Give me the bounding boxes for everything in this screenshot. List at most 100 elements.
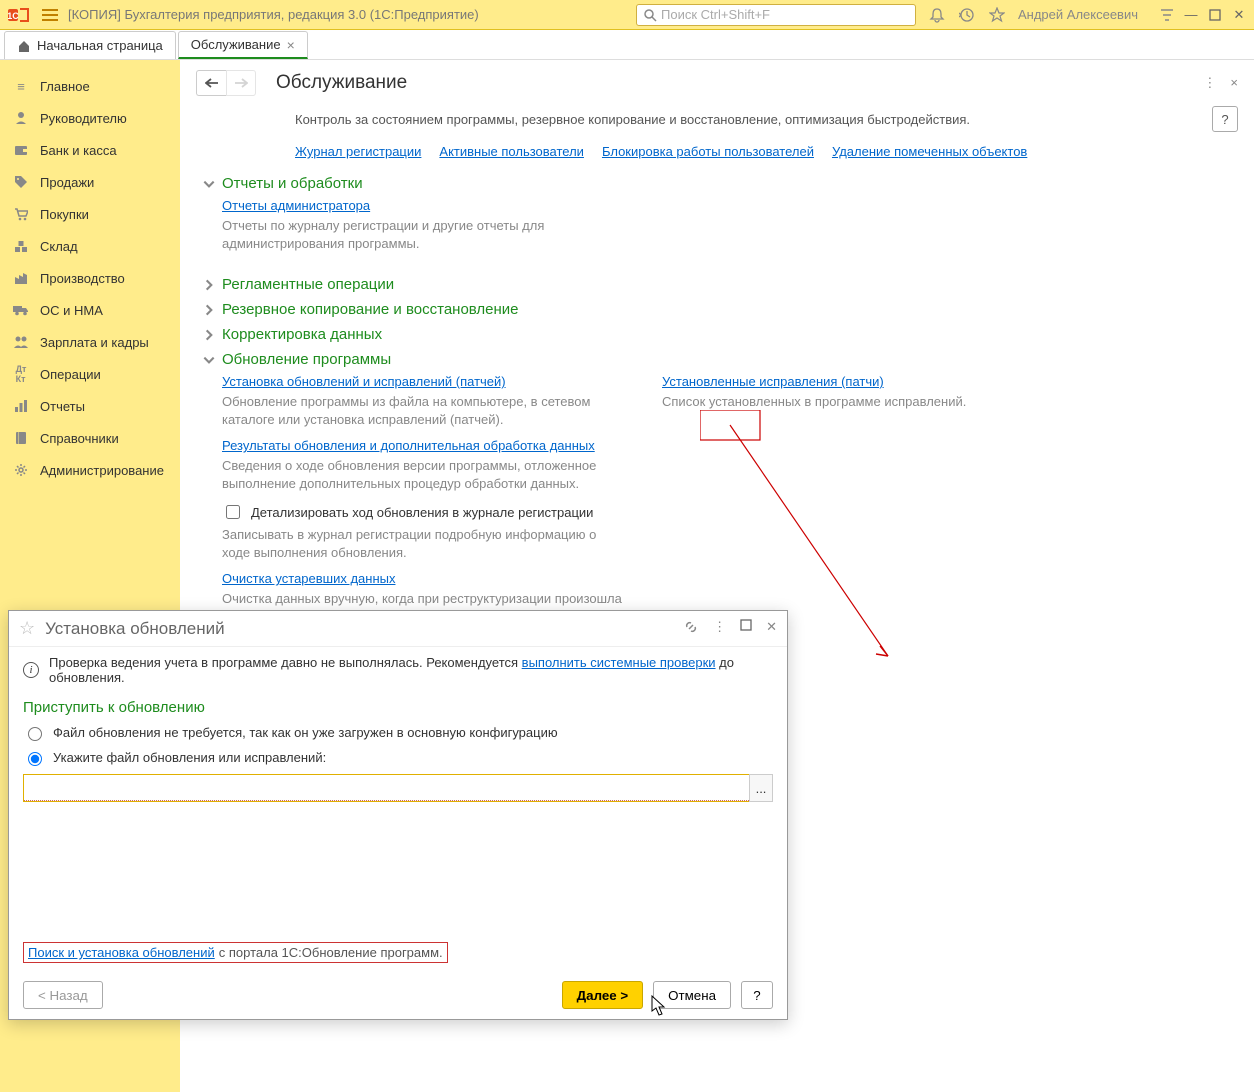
cart-icon — [12, 205, 30, 223]
sidebar-item-manager[interactable]: Руководителю — [0, 102, 180, 134]
factory-icon — [12, 269, 30, 287]
sidebar-item-label: ОС и НМА — [40, 303, 103, 318]
dialog-subtitle: Приступить к обновлению — [23, 699, 773, 716]
sidebar-item-label: Зарплата и кадры — [40, 335, 149, 350]
sidebar-item-sales[interactable]: Продажи — [0, 166, 180, 198]
maximize-dialog-icon[interactable] — [740, 619, 752, 638]
sidebar-item-label: Отчеты — [40, 399, 85, 414]
favorite-star-icon[interactable]: ☆ — [19, 618, 35, 639]
section-desc: Обновление программы из файла на компьют… — [222, 393, 622, 428]
section-title: Корректировка данных — [222, 326, 382, 343]
link-update-results[interactable]: Результаты обновления и дополнительная о… — [222, 438, 622, 453]
sidebar-item-assets[interactable]: ОС и НМА — [0, 294, 180, 326]
checkbox-detail-log[interactable] — [226, 505, 240, 519]
portal-link-highlight: Поиск и установка обновлений с портала 1… — [23, 942, 448, 963]
chevron-right-icon — [202, 328, 216, 342]
section-update-toggle[interactable]: Обновление программы — [202, 351, 1238, 368]
tab-close-icon[interactable]: × — [287, 37, 295, 53]
sidebar-item-catalogs[interactable]: Справочники — [0, 422, 180, 454]
sidebar-item-operations[interactable]: ДтКтОперации — [0, 358, 180, 390]
radio-label: Укажите файл обновления или исправлений: — [53, 750, 326, 765]
radio-choose-file[interactable] — [28, 752, 42, 766]
link-active-users[interactable]: Активные пользователи — [439, 144, 584, 159]
sidebar-item-admin[interactable]: Администрирование — [0, 454, 180, 486]
link-install-updates[interactable]: Установка обновлений и исправлений (патч… — [222, 374, 622, 389]
section-desc: Отчеты по журналу регистрации и другие о… — [222, 217, 622, 252]
help-button[interactable]: ? — [1212, 106, 1238, 132]
more-vertical-icon[interactable]: ⋮ — [1203, 75, 1216, 91]
link-admin-reports[interactable]: Отчеты администратора — [222, 198, 1238, 213]
sidebar-item-label: Справочники — [40, 431, 119, 446]
tab-home[interactable]: Начальная страница — [4, 31, 176, 59]
link-cleanup-data[interactable]: Очистка устаревших данных — [222, 571, 622, 586]
sidebar-item-label: Главное — [40, 79, 90, 94]
truck-icon — [12, 301, 30, 319]
sidebar-item-bank[interactable]: Банк и касса — [0, 134, 180, 166]
portal-link-suffix: с портала 1С:Обновление программ. — [219, 945, 443, 960]
menu-lines-icon: ≡ — [12, 77, 30, 95]
sidebar-item-label: Администрирование — [40, 463, 164, 478]
link-system-checks[interactable]: выполнить системные проверки — [522, 655, 716, 670]
star-icon[interactable] — [988, 6, 1006, 24]
link-block-users[interactable]: Блокировка работы пользователей — [602, 144, 814, 159]
nav-forward-button[interactable] — [226, 70, 256, 96]
more-vertical-icon[interactable]: ⋮ — [713, 619, 726, 638]
sidebar-item-label: Производство — [40, 271, 125, 286]
radio-no-file[interactable] — [28, 727, 42, 741]
back-button[interactable]: < Назад — [23, 981, 103, 1009]
main-menu-icon[interactable] — [40, 5, 60, 25]
global-search-input[interactable]: Поиск Ctrl+Shift+F — [636, 4, 916, 26]
minimize-icon[interactable]: — — [1184, 8, 1198, 22]
section-desc: Записывать в журнал регистрации подробну… — [222, 526, 622, 561]
page-title: Обслуживание — [276, 72, 407, 94]
link-icon[interactable] — [683, 619, 699, 638]
close-dialog-icon[interactable]: ✕ — [766, 619, 777, 638]
browse-button[interactable]: ... — [749, 774, 773, 802]
radio-no-file-row[interactable]: Файл обновления не требуется, так как он… — [23, 724, 773, 741]
section-title: Отчеты и обработки — [222, 175, 363, 192]
chevron-down-icon — [202, 353, 216, 367]
sidebar-item-reports[interactable]: Отчеты — [0, 390, 180, 422]
close-panel-icon[interactable]: × — [1230, 75, 1238, 91]
file-path-input[interactable] — [23, 774, 749, 802]
help-button[interactable]: ? — [741, 981, 773, 1009]
sidebar-item-main[interactable]: ≡ Главное — [0, 70, 180, 102]
section-routine-toggle[interactable]: Регламентные операции — [202, 276, 1238, 293]
next-button[interactable]: Далее > — [562, 981, 644, 1009]
section-correct-toggle[interactable]: Корректировка данных — [202, 326, 1238, 343]
app-titlebar: 1С [КОПИЯ] Бухгалтерия предприятия, реда… — [0, 0, 1254, 30]
section-desc: Список установленных в программе исправл… — [662, 393, 1062, 411]
history-icon[interactable] — [958, 6, 976, 24]
dialog-title: Установка обновлений — [45, 619, 225, 639]
sidebar-item-label: Покупки — [40, 207, 89, 222]
chevron-down-icon — [202, 177, 216, 191]
cancel-button[interactable]: Отмена — [653, 981, 731, 1009]
settings-lines-icon[interactable] — [1158, 6, 1176, 24]
close-icon[interactable]: ✕ — [1232, 8, 1246, 22]
radio-choose-file-row[interactable]: Укажите файл обновления или исправлений: — [23, 749, 773, 766]
tabs-bar: Начальная страница Обслуживание × — [0, 30, 1254, 60]
person-icon — [12, 109, 30, 127]
dialog-info-text: Проверка ведения учета в программе давно… — [49, 655, 773, 685]
sidebar-item-production[interactable]: Производство — [0, 262, 180, 294]
nav-back-button[interactable] — [196, 70, 226, 96]
book-icon — [12, 429, 30, 447]
chevron-right-icon — [202, 303, 216, 317]
link-installed-patches[interactable]: Установленные исправления (патчи) — [662, 374, 1062, 389]
bell-icon[interactable] — [928, 6, 946, 24]
section-title: Обновление программы — [222, 351, 391, 368]
sidebar-item-warehouse[interactable]: Склад — [0, 230, 180, 262]
search-icon — [643, 8, 657, 22]
sidebar-item-purchases[interactable]: Покупки — [0, 198, 180, 230]
sidebar-item-salary[interactable]: Зарплата и кадры — [0, 326, 180, 358]
link-delete-marked[interactable]: Удаление помеченных объектов — [832, 144, 1027, 159]
section-backup-toggle[interactable]: Резервное копирование и восстановление — [202, 301, 1238, 318]
tab-maintenance[interactable]: Обслуживание × — [178, 31, 308, 59]
user-name-label[interactable]: Андрей Алексеевич — [1018, 7, 1138, 22]
maximize-icon[interactable] — [1208, 8, 1222, 22]
checkbox-label: Детализировать ход обновления в журнале … — [251, 505, 593, 520]
link-portal-search[interactable]: Поиск и установка обновлений — [28, 945, 215, 960]
section-reports-toggle[interactable]: Отчеты и обработки — [202, 175, 1238, 192]
link-event-log[interactable]: Журнал регистрации — [295, 144, 421, 159]
wallet-icon — [12, 141, 30, 159]
